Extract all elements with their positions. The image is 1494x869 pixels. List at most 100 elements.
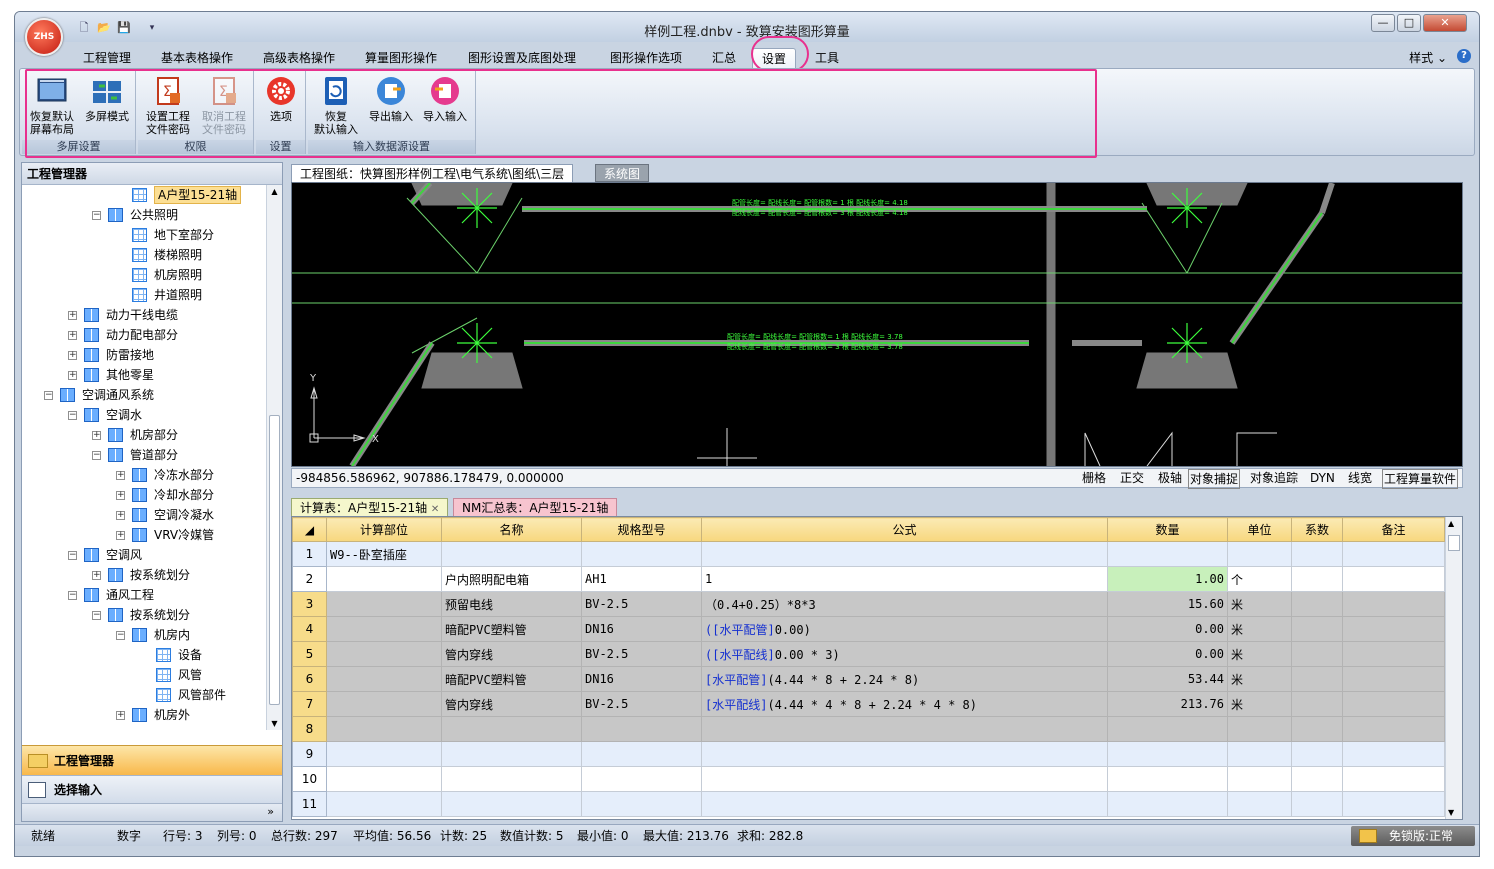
cell-name[interactable] (441, 791, 582, 817)
col-header-qty[interactable]: 数量 (1107, 517, 1228, 542)
tree-node[interactable]: + 动力配电部分 (22, 325, 266, 345)
cell-name[interactable]: 预留电线 (441, 591, 582, 617)
cell-unit[interactable]: 米 (1227, 691, 1292, 717)
tree-node[interactable]: − 机房内 (22, 625, 266, 645)
tab-summary-sheet[interactable]: NM汇总表：A户型15-21轴 (453, 498, 618, 516)
row-number[interactable]: 11 (292, 791, 327, 817)
tree-node[interactable]: + 冷却水部分 (22, 485, 266, 505)
cell-coeff[interactable] (1291, 691, 1343, 717)
tree-node[interactable]: 井道照明 (22, 285, 266, 305)
cell-part[interactable]: W9--卧室插座 (326, 541, 442, 567)
tab-calc-sheet[interactable]: 计算表：A户型15-21轴 ✕ (291, 498, 449, 516)
cell-coeff[interactable] (1291, 616, 1343, 642)
cell-part[interactable] (326, 691, 442, 717)
tree-node[interactable]: 风管 (22, 665, 266, 685)
cell-formula[interactable]: 1 (701, 566, 1108, 592)
cell-unit[interactable]: 个 (1227, 566, 1292, 592)
collapse-icon[interactable]: − (92, 451, 101, 460)
tree-node[interactable]: + 动力干线电缆 (22, 305, 266, 325)
cell-spec[interactable] (581, 766, 702, 792)
table-row[interactable]: 1 W9--卧室插座 (292, 541, 1445, 567)
row-number[interactable]: 1 (292, 541, 327, 567)
expand-icon[interactable]: + (68, 331, 77, 340)
cell-spec[interactable]: BV-2.5 (581, 691, 702, 717)
tree-node[interactable]: + 按系统划分 (22, 565, 266, 585)
row-number[interactable]: 8 (292, 716, 327, 742)
cell-formula[interactable]: [水平配管](4.44 * 8 + 2.24 * 8) (701, 666, 1108, 692)
tree-node[interactable]: + 机房外 (22, 705, 266, 725)
expand-icon[interactable]: + (116, 491, 125, 500)
cell-part[interactable] (326, 566, 442, 592)
expand-icon[interactable]: + (68, 351, 77, 360)
tree-node[interactable]: 设备 (22, 645, 266, 665)
expand-icon[interactable]: + (92, 431, 101, 440)
table-row[interactable]: 8 (292, 716, 1445, 742)
toggle-polar[interactable]: 极轴 (1158, 469, 1182, 487)
tree-node[interactable]: + 冷冻水部分 (22, 465, 266, 485)
cell-qty[interactable] (1107, 741, 1228, 767)
tab-project-management[interactable]: 工程管理 (83, 48, 131, 68)
close-button[interactable]: ✕ (1423, 14, 1467, 32)
collapse-icon[interactable]: − (68, 591, 77, 600)
tree-node[interactable]: − 空调通风系统 (22, 385, 266, 405)
cell-part[interactable] (326, 666, 442, 692)
expand-icon[interactable]: + (116, 711, 125, 720)
grid-scroll-up[interactable]: ▲ (1448, 519, 1454, 528)
col-header-unit[interactable]: 单位 (1227, 517, 1292, 542)
cell-unit[interactable] (1227, 716, 1292, 742)
grid-scroll-down[interactable]: ▼ (1448, 808, 1454, 817)
tree-node[interactable]: A户型15-21轴 (22, 185, 266, 205)
tab-close-icon[interactable]: ✕ (431, 504, 439, 515)
tree-node[interactable]: 楼梯照明 (22, 245, 266, 265)
cell-unit[interactable] (1227, 541, 1292, 567)
tree-node[interactable]: − 通风工程 (22, 585, 266, 605)
row-number[interactable]: 4 (292, 616, 327, 642)
grid-scrollbar[interactable]: ▲ ▼ (1445, 517, 1462, 819)
cell-name[interactable]: 暗配PVC塑料管 (441, 666, 582, 692)
table-row[interactable]: 5 管内穿线 BV-2.5 ([水平配线]0.00 * 3) 0.00 米 (292, 641, 1445, 667)
row-number[interactable]: 10 (292, 766, 327, 792)
cad-canvas[interactable]: 配管长度= 配线长度= 配管根数= 1 根 配线长度= 4.18 配线长度= 配… (291, 182, 1463, 467)
cell-formula[interactable] (701, 716, 1108, 742)
cell-remark[interactable] (1342, 741, 1445, 767)
row-number[interactable]: 2 (292, 566, 327, 592)
cell-spec[interactable]: DN16 (581, 616, 702, 642)
tree-node[interactable]: + 其他零星 (22, 365, 266, 385)
toggle-dyn[interactable]: DYN (1310, 469, 1335, 487)
toggle-grid[interactable]: 栅格 (1082, 469, 1106, 487)
cell-name[interactable] (441, 716, 582, 742)
cell-spec[interactable]: BV-2.5 (581, 591, 702, 617)
row-number[interactable]: 5 (292, 641, 327, 667)
expand-icon[interactable]: + (116, 531, 125, 540)
cell-coeff[interactable] (1291, 641, 1343, 667)
tree-node[interactable]: + 机房部分 (22, 425, 266, 445)
cell-formula[interactable]: ([水平配管]0.00) (701, 616, 1108, 642)
collapse-icon[interactable]: − (68, 411, 77, 420)
collapse-icon[interactable]: − (68, 551, 77, 560)
tree-node[interactable]: − 空调水 (22, 405, 266, 425)
cell-remark[interactable] (1342, 566, 1445, 592)
cell-remark[interactable] (1342, 691, 1445, 717)
cell-formula[interactable] (701, 541, 1108, 567)
cell-name[interactable]: 暗配PVC塑料管 (441, 616, 582, 642)
tree-node[interactable]: + VRV冷媒管 (22, 525, 266, 545)
cell-part[interactable] (326, 641, 442, 667)
col-header-part[interactable]: 计算部位 (326, 517, 442, 542)
cell-unit[interactable]: 米 (1227, 591, 1292, 617)
tab-tools[interactable]: 工具 (815, 48, 839, 68)
toggle-lineweight[interactable]: 线宽 (1348, 469, 1372, 487)
cell-remark[interactable] (1342, 616, 1445, 642)
cell-name[interactable] (441, 741, 582, 767)
table-row[interactable]: 6 暗配PVC塑料管 DN16 [水平配管](4.44 * 8 + 2.24 * 8)… (292, 666, 1445, 692)
tab-basic-table[interactable]: 基本表格操作 (161, 48, 233, 68)
tree-node[interactable]: 地下室部分 (22, 225, 266, 245)
cell-spec[interactable] (581, 741, 702, 767)
expand-icon[interactable]: + (116, 511, 125, 520)
cell-remark[interactable] (1342, 541, 1445, 567)
nav-project-manager[interactable]: 工程管理器 (22, 745, 282, 775)
cell-part[interactable] (326, 791, 442, 817)
table-row[interactable]: 3 预留电线 BV-2.5 （0.4+0.25）*8*3 15.60 米 (292, 591, 1445, 617)
row-number[interactable]: 6 (292, 666, 327, 692)
cell-spec[interactable] (581, 541, 702, 567)
cell-qty[interactable]: 1.00 (1107, 566, 1228, 592)
